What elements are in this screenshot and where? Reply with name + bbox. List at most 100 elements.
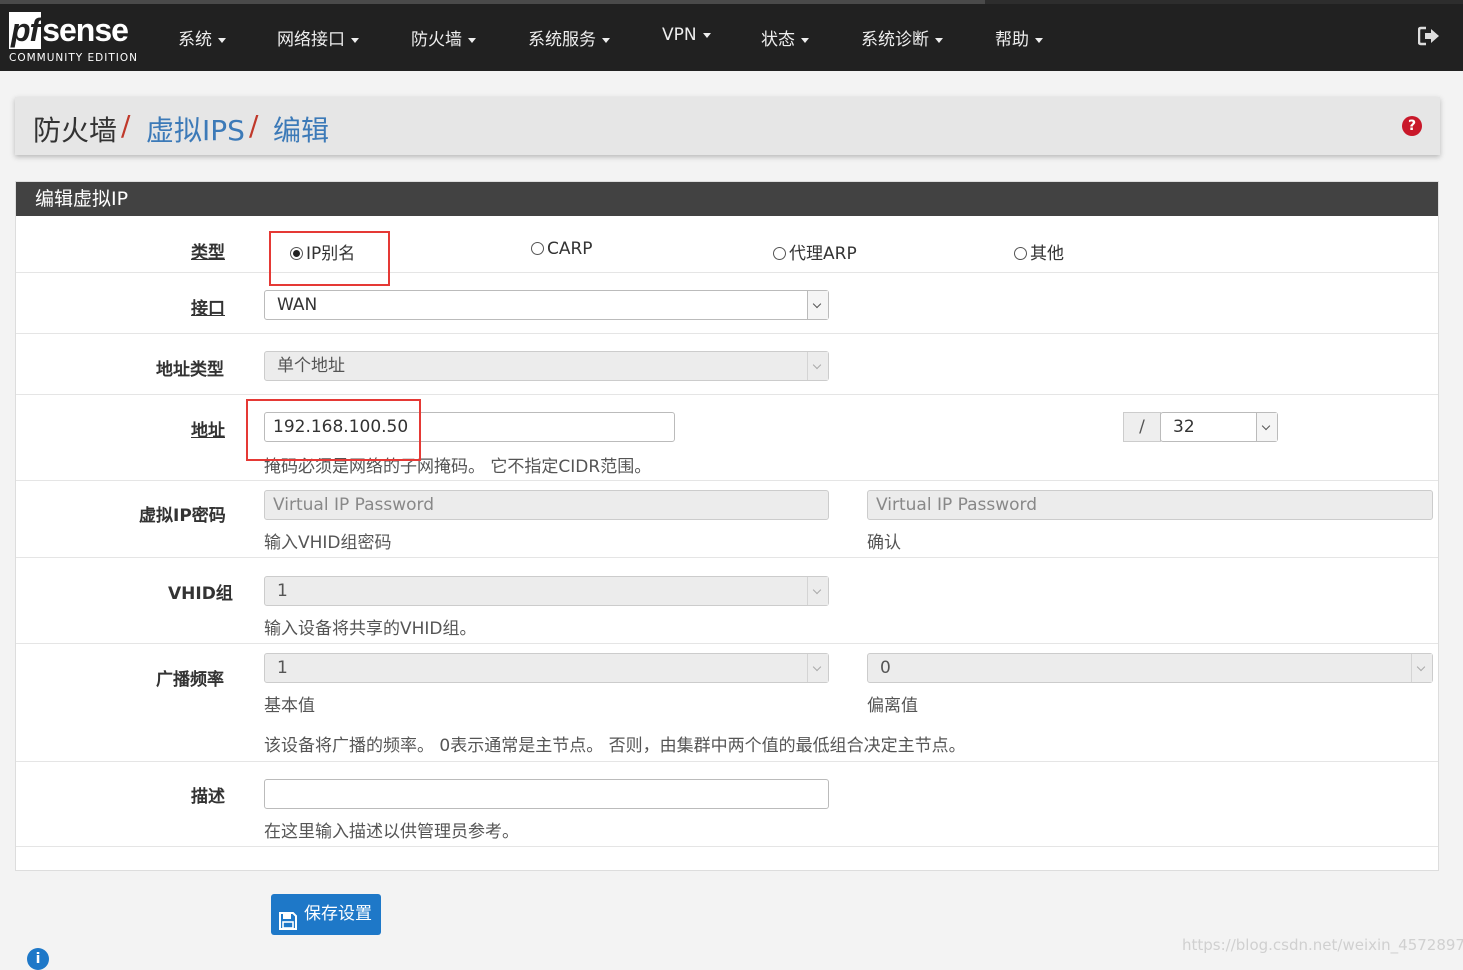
select-value: 32 <box>1173 417 1195 437</box>
caret-down-icon <box>1035 37 1043 43</box>
advertising-label: 广播频率 <box>156 670 224 690</box>
caret-down-icon <box>801 37 809 43</box>
logo-wordmark: pfsense <box>9 12 129 49</box>
menu-label: VPN <box>662 25 697 45</box>
select-value: WAN <box>277 295 318 315</box>
menu-help[interactable]: 帮助 <box>995 25 1043 50</box>
caret-down-icon <box>935 37 943 43</box>
logo-sense: sense <box>42 12 129 48</box>
menu-label: 系统诊断 <box>861 30 929 50</box>
radio-label: 代理ARP <box>789 244 857 264</box>
top-strip <box>0 0 985 4</box>
description-input[interactable] <box>264 779 829 809</box>
password-label: 虚拟IP密码 <box>139 506 226 526</box>
chevron-down-icon <box>1256 413 1277 441</box>
menu-vpn[interactable]: VPN <box>662 25 711 45</box>
pfsense-logo[interactable]: pfsense COMMUNITY EDITION <box>9 12 149 66</box>
radio-carp[interactable]: CARP <box>531 239 593 259</box>
menu-label: 帮助 <box>995 30 1029 50</box>
divider <box>16 480 1438 481</box>
menu-diagnostics[interactable]: 系统诊断 <box>861 25 943 50</box>
highlight-box <box>269 231 390 286</box>
cidr-select[interactable]: 32 <box>1160 412 1278 442</box>
vhid-help: 输入设备将共享的VHID组。 <box>264 619 477 639</box>
save-icon <box>279 905 297 930</box>
address-type-label: 地址类型 <box>156 360 224 380</box>
address-type-select[interactable]: 单个地址 <box>264 351 829 381</box>
panel-title: 编辑虚拟IP <box>16 182 1438 216</box>
info-icon[interactable]: i <box>27 948 49 970</box>
highlight-box <box>246 399 421 461</box>
divider <box>16 394 1438 395</box>
advertising-help: 该设备将广播的频率。 0表示通常是主节点。 否则，由集群中两个值的最低组合决定主… <box>264 736 966 756</box>
radio-label: 其他 <box>1030 244 1064 264</box>
radio-icon <box>773 247 786 260</box>
breadcrumb-separator: / <box>121 109 131 142</box>
caret-down-icon <box>702 32 711 38</box>
question-circle-icon[interactable]: ? <box>1402 116 1422 136</box>
caret-down-icon <box>468 37 476 43</box>
menu-label: 状态 <box>761 30 795 50</box>
breadcrumb-virtual-ips[interactable]: 虚拟IPS <box>146 109 245 149</box>
menu-services[interactable]: 系统服务 <box>528 25 610 50</box>
menu-system[interactable]: 系统 <box>178 25 226 50</box>
divider <box>16 761 1438 762</box>
select-value: 1 <box>277 658 288 678</box>
watermark: https://blog.csdn.net/weixin_45728976 <box>1182 936 1463 954</box>
divider <box>16 643 1438 644</box>
description-help: 在这里输入描述以供管理员参考。 <box>264 822 519 842</box>
radio-icon <box>531 242 544 255</box>
save-button-label: 保存设置 <box>304 904 372 924</box>
breadcrumb-separator: / <box>249 109 259 142</box>
radio-proxy-arp[interactable]: 代理ARP <box>773 239 857 264</box>
menu-firewall[interactable]: 防火墙 <box>411 25 476 50</box>
logo-pf: pf <box>9 12 42 49</box>
divider <box>16 557 1438 558</box>
chevron-down-icon <box>807 654 828 682</box>
chevron-down-icon <box>1411 654 1432 682</box>
menu-label: 系统 <box>178 30 212 50</box>
logo-edition: COMMUNITY EDITION <box>9 52 138 64</box>
type-label: 类型 <box>191 243 225 263</box>
cidr-slash: / <box>1123 412 1161 442</box>
sign-out-icon[interactable] <box>1417 26 1440 46</box>
divider <box>16 272 1438 273</box>
password-input[interactable]: Virtual IP Password <box>264 490 829 520</box>
menu-interfaces[interactable]: 网络接口 <box>277 25 359 50</box>
menu-label: 系统服务 <box>528 30 596 50</box>
chevron-down-icon <box>807 577 828 605</box>
address-label: 地址 <box>191 421 225 441</box>
advertising-skew-help: 偏离值 <box>867 696 918 716</box>
edit-virtual-ip-panel: 编辑虚拟IP <box>15 181 1439 871</box>
menu-label: 防火墙 <box>411 30 462 50</box>
select-value: 单个地址 <box>277 356 345 376</box>
select-value: 1 <box>277 581 288 601</box>
password-confirm-input[interactable]: Virtual IP Password <box>867 490 1433 520</box>
breadcrumb-edit[interactable]: 编辑 <box>273 109 329 149</box>
menu-status[interactable]: 状态 <box>761 25 809 50</box>
radio-other[interactable]: 其他 <box>1014 239 1064 264</box>
chevron-down-icon <box>807 291 828 319</box>
vhid-select[interactable]: 1 <box>264 576 829 606</box>
password-help: 输入VHID组密码 <box>264 533 392 553</box>
advertising-base-help: 基本值 <box>264 696 315 716</box>
chevron-down-icon <box>807 352 828 380</box>
radio-icon <box>1014 247 1027 260</box>
menu-label: 网络接口 <box>277 30 345 50</box>
caret-down-icon <box>602 37 610 43</box>
advertising-skew-select[interactable]: 0 <box>867 653 1433 683</box>
select-value: 0 <box>880 658 891 678</box>
interface-label: 接口 <box>191 299 225 319</box>
advertising-base-select[interactable]: 1 <box>264 653 829 683</box>
vhid-label: VHID组 <box>168 584 233 604</box>
caret-down-icon <box>218 37 226 43</box>
divider <box>16 846 1438 847</box>
save-button[interactable]: 保存设置 <box>271 894 381 935</box>
interface-select[interactable]: WAN <box>264 290 829 320</box>
radio-label: CARP <box>547 239 593 259</box>
description-label: 描述 <box>191 787 225 807</box>
password-confirm-help: 确认 <box>867 533 901 553</box>
breadcrumb-firewall: 防火墙 <box>33 114 118 147</box>
caret-down-icon <box>351 37 359 43</box>
divider <box>16 333 1438 334</box>
